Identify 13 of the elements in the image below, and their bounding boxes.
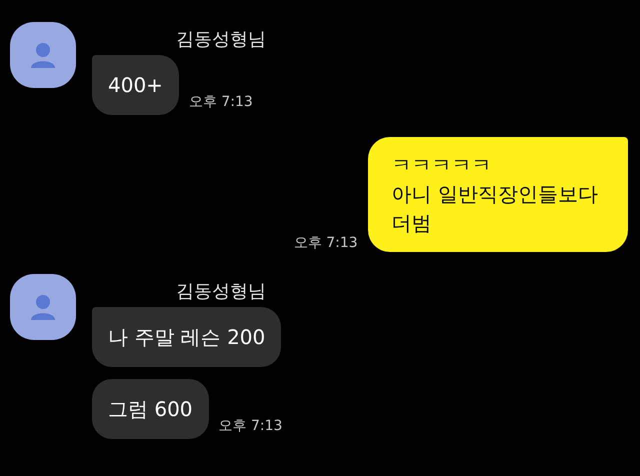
timestamp: 오후 7:13 [294,234,358,253]
message-bubble: 그럼 600 [92,379,209,439]
sender-name: 김동성형님 [175,280,267,304]
timestamp: 오후 7:13 [218,417,282,436]
avatar[interactable] [10,274,76,340]
person-icon [28,40,58,70]
person-icon [28,292,58,322]
avatar[interactable] [10,22,76,88]
timestamp: 오후 7:13 [188,93,253,112]
message-bubble: 400+ [92,55,179,115]
message-bubble: 나 주말 레슨 200 [92,307,282,367]
message-bubble: ㅋㅋㅋㅋㅋ 아니 일반직장인들보다 더범 [368,137,628,252]
sender-name: 김동성형님 [175,28,266,52]
